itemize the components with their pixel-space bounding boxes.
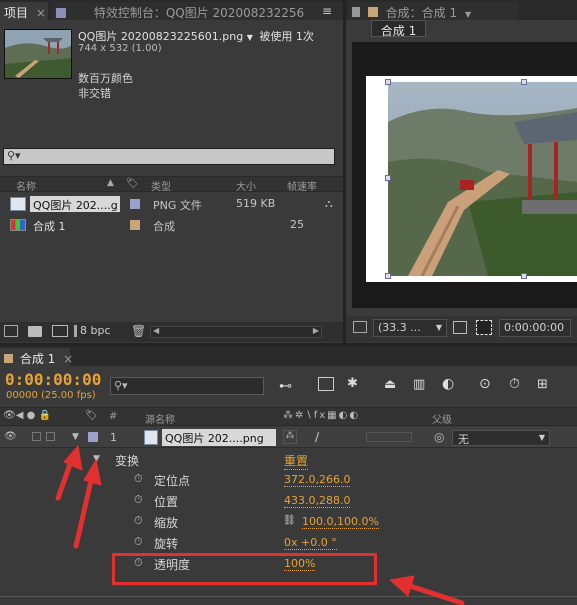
arrow-to-opacity <box>407 583 465 605</box>
arrow-to-transform-twirl <box>73 469 96 549</box>
arrow-to-transform-twirl-head <box>83 458 102 486</box>
annotation-arrows <box>55 444 465 605</box>
arrow-to-opacity-head <box>388 575 415 597</box>
